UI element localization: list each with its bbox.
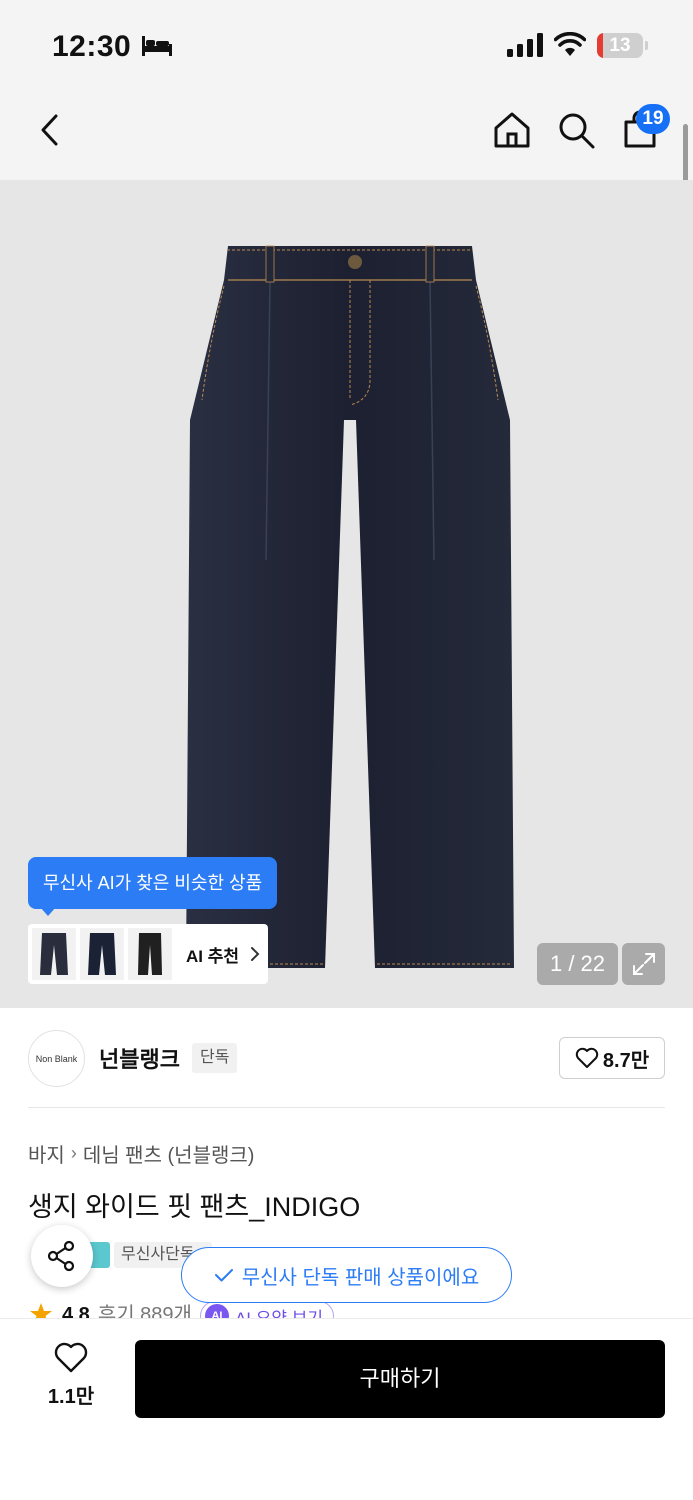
signal-icon bbox=[507, 33, 543, 57]
wifi-icon bbox=[554, 32, 586, 56]
product-like-button[interactable]: 1.1만 bbox=[36, 1342, 106, 1416]
breadcrumb-separator-icon: › bbox=[70, 1143, 77, 1163]
cart-count-badge: 19 bbox=[636, 104, 670, 134]
product-like-count: 1.1만 bbox=[47, 1386, 95, 1408]
battery-icon: 13 bbox=[597, 33, 643, 58]
brand-exclusive-tag: 단독 bbox=[192, 1043, 238, 1073]
similar-product-thumbnail[interactable] bbox=[128, 928, 172, 980]
similar-product-thumbnail[interactable] bbox=[80, 928, 124, 980]
breadcrumb: 바지 › 데님 팬츠 (넌블랭크) bbox=[28, 1139, 254, 1168]
chevron-right-icon bbox=[251, 947, 260, 961]
search-icon bbox=[559, 113, 595, 149]
ai-similar-tooltip[interactable]: 무신사 AI가 찾은 비슷한 상품 bbox=[28, 857, 278, 909]
brand-logo-text: Non Blank bbox=[35, 1053, 78, 1064]
breadcrumb-category[interactable]: 바지 bbox=[28, 1139, 65, 1168]
product-title: 생지 와이드 핏 팬츠_INDIGO bbox=[28, 1192, 361, 1222]
image-counter: 1 / 22 bbox=[537, 943, 618, 985]
ai-recommend-label: AI 추천 bbox=[186, 946, 240, 966]
status-time: 12:30 bbox=[52, 30, 132, 63]
bed-icon bbox=[142, 36, 172, 56]
ai-tooltip-tail bbox=[40, 907, 56, 916]
brand-name[interactable]: 넌블랭크 bbox=[99, 1042, 180, 1074]
breadcrumb-subcategory[interactable]: 데님 팬츠 (넌블랭크) bbox=[83, 1139, 255, 1168]
expand-button[interactable] bbox=[622, 943, 665, 985]
back-button[interactable] bbox=[26, 106, 74, 154]
brand-like-count: 8.7만 bbox=[602, 1049, 650, 1072]
share-icon bbox=[47, 1240, 75, 1272]
exclusive-notice-toast: 무신사 단독 판매 상품이에요 bbox=[181, 1247, 512, 1303]
share-button[interactable] bbox=[31, 1225, 93, 1287]
brand-logo[interactable]: Non Blank bbox=[28, 1030, 85, 1087]
status-bar: 12:30 13 bbox=[0, 0, 693, 92]
heart-icon bbox=[54, 1342, 88, 1373]
search-button[interactable] bbox=[552, 106, 600, 154]
home-button[interactable] bbox=[488, 106, 536, 154]
product-image-gallery[interactable]: 무신사 AI가 찾은 비슷한 상품 AI 추천 1 / 22 bbox=[0, 180, 693, 1008]
expand-icon bbox=[632, 953, 655, 975]
ai-recommend-card[interactable]: AI 추천 bbox=[28, 924, 268, 984]
divider bbox=[28, 1107, 665, 1108]
battery-level: 13 bbox=[609, 35, 631, 56]
nav-bar bbox=[0, 92, 693, 180]
back-chevron-icon bbox=[41, 114, 58, 146]
heart-icon bbox=[575, 1047, 599, 1068]
battery-cap bbox=[645, 41, 648, 50]
home-icon bbox=[494, 112, 530, 148]
exclusive-notice-text: 무신사 단독 판매 상품이에요 bbox=[241, 1266, 480, 1289]
similar-product-thumbnail[interactable] bbox=[32, 928, 76, 980]
buy-button[interactable]: 구매하기 bbox=[135, 1340, 665, 1418]
brand-like-button[interactable]: 8.7만 bbox=[559, 1037, 665, 1079]
check-icon bbox=[214, 1269, 233, 1282]
